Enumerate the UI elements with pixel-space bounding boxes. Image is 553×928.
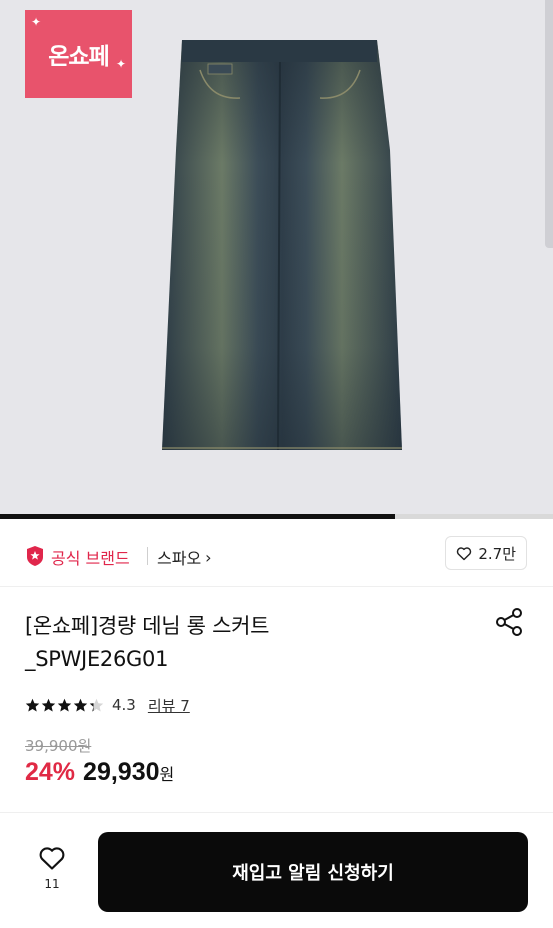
badge-text: 온쇼페: [48, 44, 109, 70]
star-icon: [25, 698, 40, 711]
sparkle-icon: ✦: [31, 15, 42, 29]
wishlist-button[interactable]: 11: [30, 845, 74, 899]
official-brand-icon: [27, 546, 43, 566]
star-icon: [41, 698, 56, 711]
scrollbar-thumb[interactable]: [545, 0, 553, 248]
discount-rate: 24%: [25, 758, 76, 786]
divider: [0, 586, 553, 587]
star-icon: [73, 698, 88, 711]
brand-like-count: 2.7만: [478, 544, 516, 563]
star-icon: [89, 698, 104, 711]
wishlist-count: 11: [44, 877, 60, 891]
brand-like-button[interactable]: 2.7만: [445, 536, 527, 570]
carousel-progress-fill: [0, 514, 396, 519]
brand-row: 공식 브랜드 스파오 › 2.7만: [0, 530, 553, 584]
product-image-carousel[interactable]: ✦ ✦ 온쇼페: [0, 0, 553, 514]
star-icon: [57, 698, 72, 711]
price-row: 24% 29,930원: [25, 758, 174, 787]
shop-link[interactable]: 스파오 ›: [157, 545, 212, 569]
restock-alert-button[interactable]: 재입고 알림 신청하기: [98, 832, 528, 912]
product-title-line2: _SPWJE26G01: [25, 647, 169, 671]
star-rating: [25, 698, 104, 713]
onshope-badge: ✦ ✦ 온쇼페: [25, 10, 132, 98]
divider: [0, 812, 553, 813]
currency-unit: 원: [159, 765, 175, 784]
sparkle-icon: ✦: [115, 57, 126, 71]
product-title: [온쇼페]경량 데님 롱 스커트 _SPWJE26G01: [25, 610, 465, 676]
denim-skirt-image: [162, 40, 402, 451]
official-brand-label: 공식 브랜드: [51, 549, 130, 568]
chevron-right-icon: ›: [205, 547, 212, 567]
carousel-progress: [0, 514, 553, 519]
rating-row: 4.3 리뷰 7: [25, 694, 190, 716]
share-icon[interactable]: [493, 606, 525, 638]
review-link[interactable]: 리뷰 7: [148, 695, 190, 716]
shop-name: 스파오: [157, 549, 202, 568]
rating-value: 4.3: [112, 696, 136, 714]
heart-icon: [457, 546, 472, 560]
brand-separator: [147, 547, 148, 565]
heart-icon: [39, 847, 65, 870]
product-title-line1: [온쇼페]경량 데님 롱 스커트: [25, 614, 270, 638]
original-price: 39,900원: [25, 737, 92, 755]
sale-price: 29,930: [83, 758, 160, 786]
